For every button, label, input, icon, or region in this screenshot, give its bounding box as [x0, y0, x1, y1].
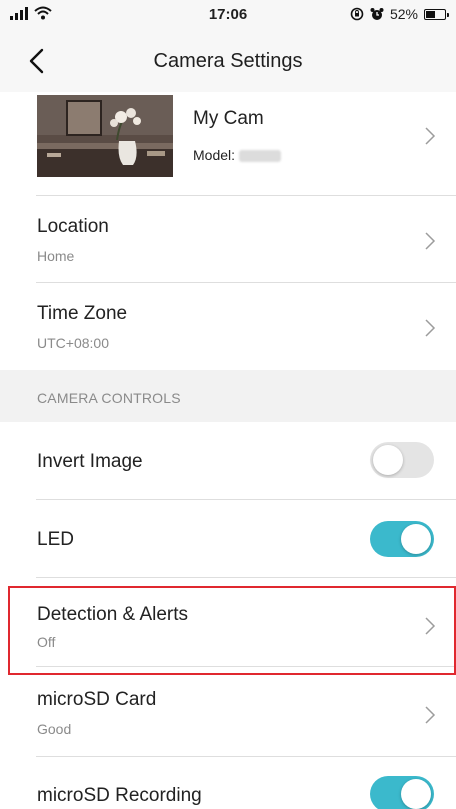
status-right: 52%	[350, 6, 449, 22]
chevron-right-icon	[425, 319, 436, 337]
toggle-knob	[401, 524, 431, 554]
camera-thumbnail	[37, 95, 173, 177]
section-header: CAMERA CONTROLS	[0, 370, 456, 422]
led-row: LED	[0, 500, 456, 578]
chevron-right-icon	[425, 232, 436, 250]
microsd-recording-row: microSD Recording	[0, 758, 456, 809]
status-bar: 17:06 52%	[0, 0, 456, 30]
camera-model-label: Model:	[193, 147, 236, 163]
camera-controls-header: CAMERA CONTROLS	[37, 390, 181, 406]
led-toggle[interactable]	[370, 521, 434, 557]
invert-image-toggle[interactable]	[370, 442, 434, 478]
camera-info-row[interactable]: My Cam Model:	[0, 92, 456, 196]
battery-icon	[424, 8, 449, 20]
detection-alerts-title: Detection & Alerts	[37, 604, 189, 625]
alarm-icon	[370, 8, 384, 20]
battery-fill	[426, 10, 435, 18]
camera-name: My Cam	[193, 108, 264, 129]
detection-alerts-value: Off	[37, 634, 56, 650]
time-zone-value: UTC+08:00	[37, 335, 109, 351]
chevron-right-icon	[425, 706, 436, 724]
invert-image-title: Invert Image	[37, 451, 143, 472]
nav-bar: Camera Settings	[0, 30, 456, 92]
microsd-card-row[interactable]: microSD Card Good	[0, 667, 456, 757]
toggle-knob	[373, 445, 403, 475]
time-zone-title: Time Zone	[37, 303, 128, 324]
location-title: Location	[37, 216, 109, 237]
location-value: Home	[37, 248, 75, 264]
settings-list: My Cam Model: Location Home Time Zone UT…	[0, 92, 456, 809]
chevron-right-icon	[425, 127, 436, 145]
microsd-recording-title: microSD Recording	[37, 785, 202, 806]
location-row[interactable]: Location Home	[0, 196, 456, 283]
time-zone-row[interactable]: Time Zone UTC+08:00	[0, 283, 456, 370]
microsd-card-value: Good	[37, 721, 72, 737]
camera-model: Model:	[193, 147, 282, 163]
invert-image-row: Invert Image	[0, 422, 456, 500]
page-title: Camera Settings	[153, 50, 303, 72]
battery-percent: 52%	[389, 6, 418, 22]
microsd-card-title: microSD Card	[37, 689, 157, 710]
microsd-recording-toggle[interactable]	[370, 776, 434, 809]
led-title: LED	[37, 529, 74, 550]
screen-lock-icon	[350, 7, 364, 21]
chevron-right-icon	[425, 617, 436, 635]
toggle-knob	[401, 779, 431, 809]
detection-alerts-row[interactable]: Detection & Alerts Off	[0, 578, 456, 667]
redacted-model-value	[239, 150, 282, 163]
